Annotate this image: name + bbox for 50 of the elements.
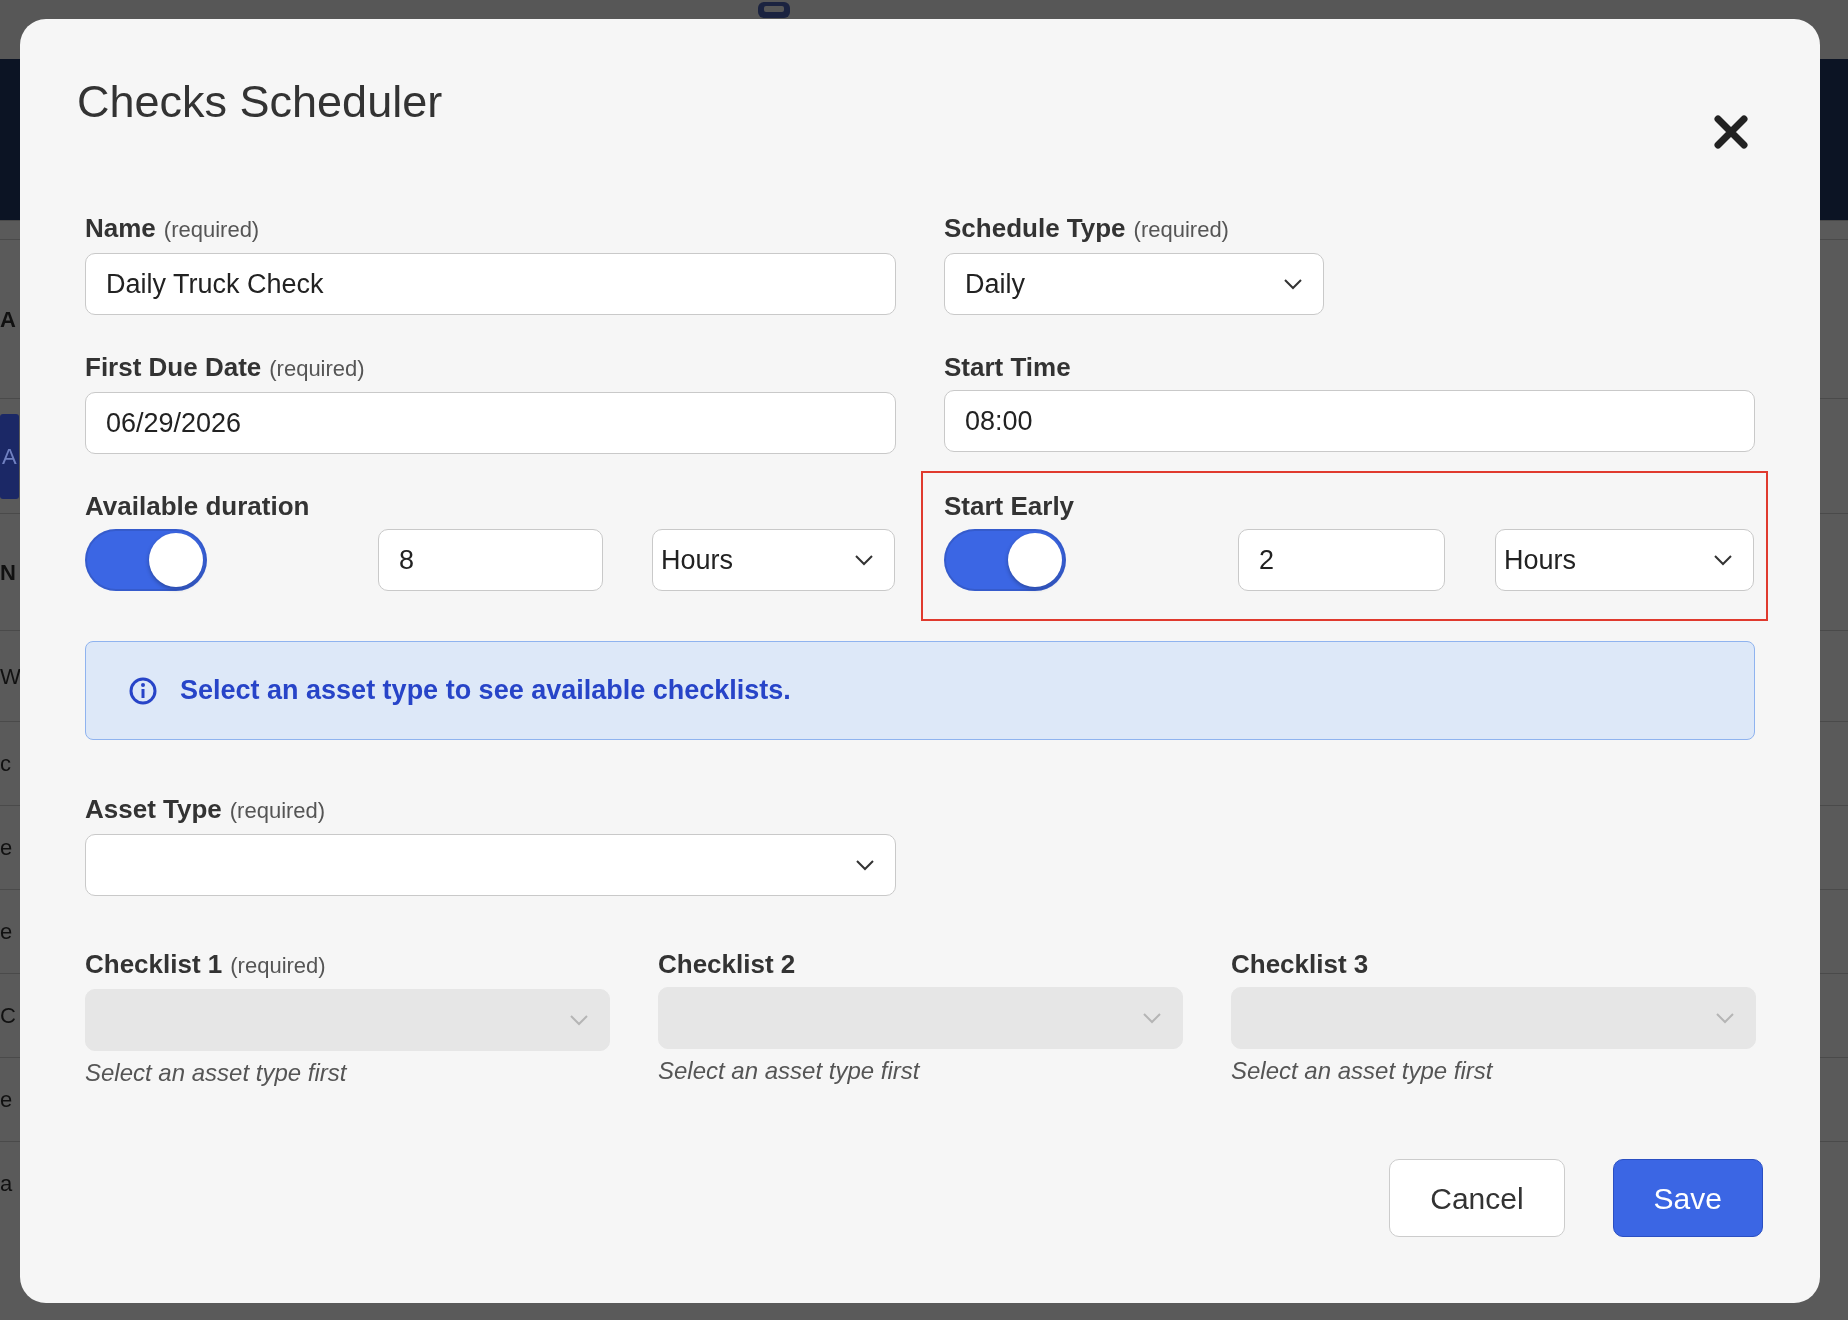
required-note: (required) xyxy=(230,952,326,980)
hint-text: Select an asset type first xyxy=(85,1058,348,1088)
table-cell-text: c xyxy=(0,750,11,778)
field-label: Checklist 2 xyxy=(658,949,796,979)
dropdown-field[interactable]: Daily xyxy=(944,253,1324,315)
info-icon xyxy=(128,675,158,706)
field-label: First Due Date xyxy=(85,352,262,382)
alert-message: Select an asset type to see available checklists. xyxy=(180,674,791,708)
chevron-icon xyxy=(855,859,875,871)
field-label: Available duration xyxy=(85,491,310,521)
chevron-icon xyxy=(569,1014,589,1026)
field-label: Checklist 3 xyxy=(1231,949,1369,979)
chevron-icon xyxy=(854,554,874,566)
table-cell-text: a xyxy=(0,1170,13,1198)
input-field[interactable]: 06/29/2026 xyxy=(85,392,896,454)
field-label: Name xyxy=(85,213,156,243)
chevron-icon xyxy=(1283,278,1303,290)
hint-text: Select an asset type first xyxy=(1231,1056,1494,1086)
required-note: (required) xyxy=(163,216,260,244)
dropdown-field[interactable]: Hours xyxy=(652,529,895,591)
field-label: Asset Type xyxy=(85,794,222,824)
dropdown-field[interactable]: Hours xyxy=(1495,529,1754,591)
field-label: Start Time xyxy=(944,352,1071,382)
input-field[interactable]: Daily Truck Check xyxy=(85,253,896,315)
close-icon[interactable] xyxy=(1714,115,1748,149)
save-button[interactable]: Save xyxy=(1612,1159,1763,1237)
table-cell-text: W xyxy=(0,662,21,691)
table-heading: N xyxy=(0,558,16,587)
field-label: Checklist 1 xyxy=(85,949,223,979)
cancel-button[interactable]: Cancel xyxy=(1389,1159,1565,1237)
hint-text: Select an asset type first xyxy=(658,1056,921,1086)
input-field[interactable]: 08:00 xyxy=(944,390,1755,452)
table-cell-text: e xyxy=(0,918,13,946)
number-field[interactable]: 8 xyxy=(378,529,603,591)
required-note: (required) xyxy=(269,355,365,383)
chevron-icon xyxy=(1715,1012,1735,1024)
field-label: Schedule Type xyxy=(944,213,1126,243)
dialog-title: Checks Scheduler xyxy=(77,79,444,124)
table-cell-text: e xyxy=(0,1086,13,1114)
table-cell-text: e xyxy=(0,834,13,862)
table-heading: A xyxy=(0,305,16,334)
dropdown-field[interactable] xyxy=(85,834,896,896)
number-field[interactable]: 2 xyxy=(1238,529,1445,591)
required-note: (required) xyxy=(1133,216,1229,244)
field-label: Start Early xyxy=(944,491,1075,521)
chevron-icon xyxy=(1713,554,1733,566)
action-button[interactable]: A xyxy=(0,413,19,499)
chevron-icon xyxy=(1142,1012,1162,1024)
required-note: (required) xyxy=(229,797,326,825)
table-cell-text: C xyxy=(0,1002,16,1030)
